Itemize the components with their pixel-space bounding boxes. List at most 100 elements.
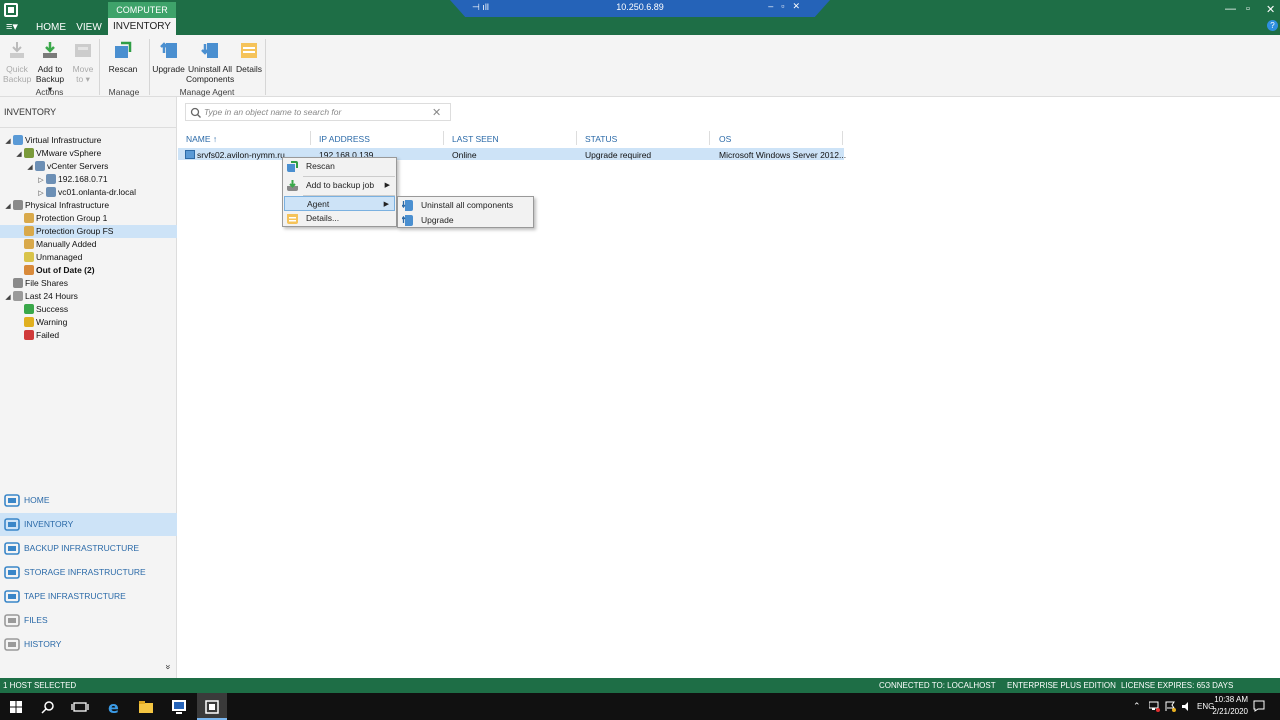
expand-nav-icon[interactable]: » xyxy=(164,664,174,669)
server-icon xyxy=(46,174,56,184)
unmanaged-icon xyxy=(24,252,34,262)
submenu-arrow-icon: ▶ xyxy=(383,201,389,208)
uninstall-all-components-button[interactable]: Uninstall All Components xyxy=(186,40,234,84)
rescan-button[interactable]: Rescan xyxy=(104,40,142,74)
flag-warning-icon[interactable] xyxy=(1165,701,1177,712)
nav-item-backup-infrastructure[interactable]: BACKUP INFRASTRUCTURE xyxy=(0,537,177,560)
remote-console-icon[interactable] xyxy=(170,698,188,716)
menu-item-agent[interactable]: Agent ▶ xyxy=(284,196,395,211)
file-explorer-icon[interactable] xyxy=(137,698,155,716)
column-header-ip[interactable]: IP ADDRESS xyxy=(319,134,370,144)
network-icon[interactable] xyxy=(1149,701,1160,712)
tree-expander-icon[interactable]: ◢ xyxy=(14,148,24,161)
tab-home[interactable]: HOME xyxy=(36,20,66,35)
main-menu-button[interactable]: ≡▾ xyxy=(6,20,18,33)
tree-expander-icon[interactable]: ◢ xyxy=(3,291,13,304)
tree-node[interactable]: File Shares xyxy=(0,277,177,290)
internet-explorer-icon[interactable]: e xyxy=(105,698,123,716)
speaker-icon[interactable] xyxy=(1181,701,1192,712)
task-view-icon[interactable] xyxy=(71,698,89,716)
nav-item-inventory[interactable]: INVENTORY xyxy=(0,513,177,536)
tree-node-label: Unmanaged xyxy=(36,252,83,262)
add-to-backup-button[interactable]: Add to Backup ▾ xyxy=(33,40,67,94)
protection-group-icon xyxy=(24,213,34,223)
menu-item-rescan[interactable]: Rescan xyxy=(284,159,395,174)
column-header-name[interactable]: NAME ↑ xyxy=(186,134,217,144)
nav-item-home[interactable]: HOME xyxy=(0,489,177,512)
nav-item-history[interactable]: HISTORY xyxy=(0,633,177,656)
tree-node-label: Protection Group 1 xyxy=(36,213,108,223)
tree-node[interactable]: Manually Added xyxy=(0,238,177,251)
failed-icon xyxy=(24,330,34,340)
tree-node-label: File Shares xyxy=(25,278,68,288)
clock-date[interactable]: 2/21/2020 xyxy=(1204,707,1248,716)
menu-separator xyxy=(303,176,395,177)
nav-item-label: FILES xyxy=(24,615,48,625)
remote-session-bar: ⊣ ıll 10.250.6.89 –▫✕ xyxy=(450,0,830,17)
minimize-button[interactable]: — xyxy=(1225,3,1236,15)
menu-item-details[interactable]: Details... xyxy=(284,211,395,226)
tree-node[interactable]: ◢ Last 24 Hours xyxy=(0,290,177,303)
tree-expander-icon[interactable]: ◢ xyxy=(25,161,35,174)
tree-node-label: vCenter Servers xyxy=(47,161,109,171)
tree-node[interactable]: Unmanaged xyxy=(0,251,177,264)
tree-node-label: Warning xyxy=(36,317,68,327)
clear-search-icon[interactable]: ✕ xyxy=(432,106,441,119)
help-icon[interactable]: ? xyxy=(1267,20,1278,31)
context-menu: Rescan Add to backup job ▶ Agent ▶ Detai… xyxy=(282,157,397,227)
files-icon xyxy=(4,612,20,628)
cell-name: srvfs02.avilon-nymm.ru xyxy=(197,150,285,160)
nav-item-files[interactable]: FILES xyxy=(0,609,177,632)
uninstall-icon xyxy=(200,40,220,60)
start-icon[interactable] xyxy=(7,698,25,716)
tree-node[interactable]: ◢ Physical Infrastructure xyxy=(0,199,177,212)
remote-window-controls[interactable]: –▫✕ xyxy=(768,1,808,12)
tray-chevron-icon[interactable]: ⌃ xyxy=(1133,701,1141,712)
details-icon xyxy=(239,40,259,60)
close-button[interactable]: ✕ xyxy=(1266,3,1275,16)
clock-time[interactable]: 10:38 AM xyxy=(1206,695,1248,704)
protection-group-icon xyxy=(24,226,34,236)
app-logo-icon xyxy=(4,3,18,17)
nav-item-label: HISTORY xyxy=(24,639,62,649)
details-button[interactable]: Details xyxy=(235,40,263,74)
tree-node[interactable]: Warning xyxy=(0,316,177,329)
notifications-icon[interactable] xyxy=(1253,700,1265,712)
vcenter-icon xyxy=(35,161,45,171)
column-header-status[interactable]: STATUS xyxy=(585,134,617,144)
upgrade-button[interactable]: Upgrade xyxy=(152,40,185,74)
tree-node[interactable]: Protection Group 1 xyxy=(0,212,177,225)
tree-node[interactable]: ◢ vCenter Servers xyxy=(0,160,177,173)
tab-inventory[interactable]: INVENTORY xyxy=(108,18,176,35)
column-header-os[interactable]: OS xyxy=(719,134,731,144)
menu-item-add-to-backup-job[interactable]: Add to backup job ▶ xyxy=(284,178,395,193)
nav-item-storage-infrastructure[interactable]: STORAGE INFRASTRUCTURE xyxy=(0,561,177,584)
tree-node[interactable]: ▷ 192.168.0.71 xyxy=(0,173,177,186)
veeam-app-icon[interactable] xyxy=(203,698,221,716)
tab-view[interactable]: VIEW xyxy=(76,20,102,35)
column-header-last-seen[interactable]: LAST SEEN xyxy=(452,134,499,144)
nav-item-label: HOME xyxy=(24,495,50,505)
menu-item-uninstall-all-components[interactable]: Uninstall all components xyxy=(399,198,532,213)
tree-expander-icon[interactable]: ◢ xyxy=(3,200,13,213)
tree-node[interactable]: ◢ Virtual Infrastructure xyxy=(0,134,177,147)
maximize-button[interactable]: ▫ xyxy=(1246,3,1250,15)
file-shares-icon xyxy=(13,278,23,288)
search-input[interactable]: Type in an object name to search for ✕ xyxy=(185,103,451,121)
search-icon xyxy=(190,107,201,118)
tree-node[interactable]: ▷ vc01.onlanta-dr.local xyxy=(0,186,177,199)
server-icon xyxy=(46,187,56,197)
tree-node[interactable]: Out of Date (2) xyxy=(0,264,177,277)
tree-expander-icon[interactable]: ◢ xyxy=(3,135,13,148)
divider xyxy=(0,127,177,128)
search-icon[interactable] xyxy=(39,698,57,716)
inventory-icon xyxy=(4,516,20,532)
menu-item-upgrade[interactable]: Upgrade xyxy=(399,213,532,228)
tree-node[interactable]: Failed xyxy=(0,329,177,342)
edition-status: ENTERPRISE PLUS EDITION xyxy=(1007,681,1116,690)
tree-node[interactable]: ◢ VMware vSphere xyxy=(0,147,177,160)
tree-node[interactable]: Protection Group FS xyxy=(0,225,177,238)
nav-item-tape-infrastructure[interactable]: TAPE INFRASTRUCTURE xyxy=(0,585,177,608)
tree-node[interactable]: Success xyxy=(0,303,177,316)
uninstall-icon xyxy=(402,200,413,211)
